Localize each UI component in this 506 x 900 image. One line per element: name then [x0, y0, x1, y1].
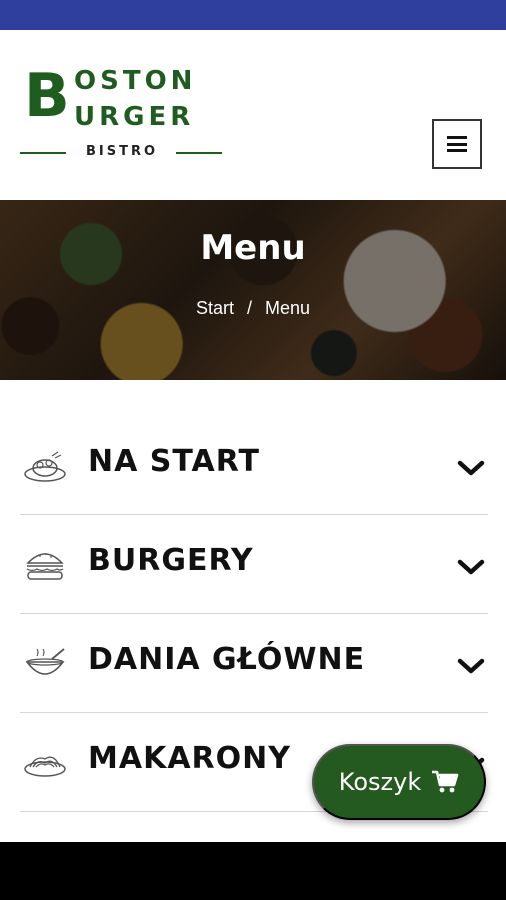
breadcrumb-separator: /: [246, 298, 252, 318]
category-label: DANIA GŁÓWNE: [88, 642, 366, 677]
burger-icon: [26, 553, 64, 580]
site-header: B OSTON URGER BISTRO: [0, 30, 506, 200]
starter-plate-icon: [24, 451, 66, 482]
status-bar: [0, 0, 506, 30]
chevron-down-icon[interactable]: [456, 458, 486, 478]
logo-initial: B: [24, 61, 70, 131]
menu-toggle-button[interactable]: [432, 119, 482, 169]
category-label: NA START: [88, 444, 260, 479]
cart-button[interactable]: Koszyk: [312, 744, 486, 820]
hamburger-icon: [447, 136, 467, 152]
bowl-icon: [25, 648, 65, 675]
category-row-dania-glowne[interactable]: DANIA GŁÓWNE: [20, 614, 488, 713]
logo[interactable]: B OSTON URGER BISTRO: [20, 64, 225, 194]
cart-label: Koszyk: [338, 768, 422, 796]
category-label: BURGERY: [88, 543, 254, 578]
logo-divider-left: [20, 152, 66, 154]
chevron-down-icon[interactable]: [456, 557, 486, 577]
logo-text-line1: OSTON: [74, 66, 197, 96]
logo-text-line2: URGER: [74, 102, 195, 132]
cart-icon: [432, 770, 459, 793]
breadcrumb: Start / Menu: [0, 298, 506, 319]
chevron-down-icon[interactable]: [456, 656, 486, 676]
category-label: MAKARONY: [88, 741, 291, 776]
category-row-burgery[interactable]: BURGERY: [20, 515, 488, 614]
navigation-bar: [0, 842, 506, 900]
breadcrumb-home-link[interactable]: Start: [196, 298, 234, 318]
logo-divider-right: [176, 152, 222, 154]
category-row-na-start[interactable]: NA START: [20, 416, 488, 515]
breadcrumb-current: Menu: [265, 298, 311, 318]
pasta-icon: [24, 756, 66, 777]
page-title: Menu: [200, 228, 306, 268]
hero-banner: Menu Start / Menu: [0, 200, 506, 380]
logo-subtitle: BISTRO: [85, 144, 159, 159]
